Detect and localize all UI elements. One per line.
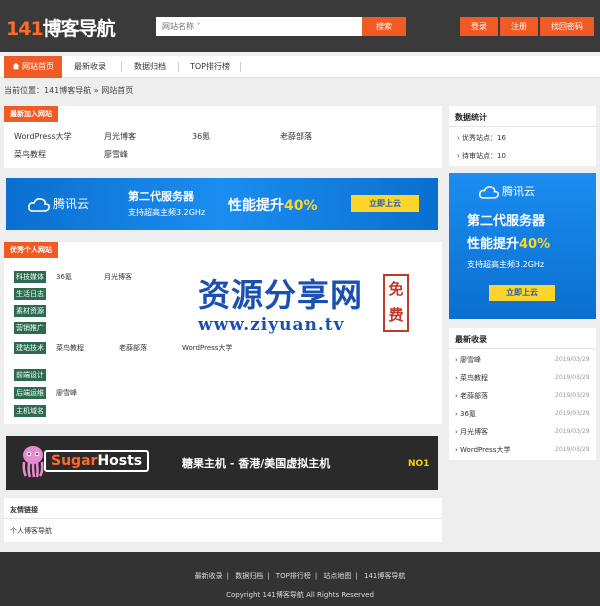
site-link[interactable]: 廖雪峰 <box>104 149 128 160</box>
site-link[interactable]: 老薛部落 <box>280 131 312 142</box>
stats-item: › 优秀站点：16 <box>457 134 506 142</box>
category-tag[interactable]: 素材资源 <box>14 305 46 317</box>
cloud-icon <box>479 185 499 199</box>
sugarhosts-logo: SugarHosts <box>44 450 150 472</box>
tencent-cloud-banner-side[interactable]: 腾讯云 第二代服务器 性能提升40% 支持超高主频3.2GHz 立即上云 <box>449 173 596 319</box>
stats-panel: 数据统计 › 优秀站点：16 › 待审站点：10 <box>449 106 596 166</box>
footer: 最新收录 | 数据归档 | TOP排行榜 | 站点地图 | 141博客导航 Copyri… <box>0 552 600 606</box>
banner-line3: 支持超高主频3.2GHz <box>467 260 545 269</box>
recent-date: 2019/03/29 <box>555 410 590 417</box>
recent-panel: 最新收录 › 廖雪峰 2019/03/29 › 菜鸟教程 2019/03/29 … <box>449 328 596 460</box>
divider <box>449 348 596 349</box>
site-logo[interactable]: 141博客导航 <box>6 14 116 41</box>
recent-date: 2019/03/29 <box>555 392 590 399</box>
site-link[interactable]: WordPress大学 <box>182 343 232 353</box>
header-bar: 141博客导航 搜索 登录 注册 找回密码 <box>0 0 600 52</box>
banner-subline: 支持超高主频3.2GHz <box>128 208 206 217</box>
recent-date: 2019/03/29 <box>555 374 590 381</box>
site-link[interactable]: 月光博客 <box>104 272 132 282</box>
site-link[interactable]: WordPress大学 <box>14 131 72 142</box>
footer-link[interactable]: 数据归档 <box>235 572 263 580</box>
footer-link[interactable]: 141博客导航 <box>364 572 405 580</box>
site-link[interactable]: 菜鸟教程 <box>56 343 84 353</box>
stats-item: › 待审站点：10 <box>457 152 506 160</box>
octopus-mascot-icon <box>22 446 44 478</box>
recent-item[interactable]: › 月光博客 <box>455 427 488 437</box>
copyright: Copyright 141博客导航 All Rights Reserved <box>226 591 374 599</box>
stats-title: 数据统计 <box>455 113 487 122</box>
sugarhosts-badge: NO1 <box>408 459 430 469</box>
register-button[interactable]: 注册 <box>500 17 538 36</box>
nav-archive[interactable]: 数据归档 <box>134 56 166 78</box>
friend-links-panel: 友情链接 个人博客导航 <box>4 498 442 542</box>
cloud-icon <box>28 197 50 212</box>
divider <box>449 126 596 127</box>
site-link[interactable]: 老薛部落 <box>119 343 147 353</box>
watermark-title: 资源分享网 <box>198 276 364 314</box>
category-tag[interactable]: 主机域名 <box>14 405 46 417</box>
breadcrumb: 当前位置：141博客导航 » 网站首页 <box>4 86 134 95</box>
banner-headline: 第二代服务器 <box>128 190 194 203</box>
nav-divider <box>178 62 179 72</box>
personal-sites-title: 优秀个人网站 <box>4 242 58 258</box>
search-input[interactable] <box>156 17 362 36</box>
category-tag[interactable]: 前端设计 <box>14 369 46 381</box>
recent-item[interactable]: › WordPress大学 <box>455 445 510 455</box>
sugarhosts-slogan: 糖果主机 - 香港/美国虚拟主机 <box>182 457 331 470</box>
nav-divider <box>121 62 122 72</box>
nav-divider <box>240 62 241 72</box>
tencent-cloud-brand: 腾讯云 <box>28 195 89 212</box>
banner-cta-button[interactable]: 立即上云 <box>351 195 419 212</box>
account-buttons: 登录 注册 找回密码 <box>460 17 594 36</box>
category-tag[interactable]: 科技媒体 <box>14 271 46 283</box>
tencent-cloud-brand: 腾讯云 <box>479 183 535 199</box>
banner-cta-button[interactable]: 立即上云 <box>489 285 555 301</box>
recent-date: 2019/03/29 <box>555 356 590 363</box>
footer-link[interactable]: TOP排行榜 <box>276 572 311 580</box>
recent-title: 最新收录 <box>455 335 487 344</box>
recent-date: 2019/03/29 <box>555 446 590 453</box>
nav-latest[interactable]: 最新收录 <box>74 56 106 78</box>
banner-perf: 性能提升40% <box>228 198 318 214</box>
recent-item[interactable]: › 菜鸟教程 <box>455 373 488 383</box>
main-nav: 网站首页 最新收录 数据归档 TOP排行榜 <box>0 56 600 78</box>
watermark-url: www.ziyuan.tv <box>198 315 345 335</box>
divider <box>4 518 442 519</box>
search-box: 搜索 <box>156 17 406 36</box>
friend-links-title: 友情链接 <box>10 506 38 514</box>
footer-link[interactable]: 站点地图 <box>323 572 351 580</box>
category-tag[interactable]: 生活日志 <box>14 288 46 300</box>
search-button[interactable]: 搜索 <box>362 17 406 36</box>
category-tag[interactable]: 后端运维 <box>14 387 46 399</box>
nav-home[interactable]: 网站首页 <box>4 56 62 78</box>
recent-item[interactable]: › 廖雪峰 <box>455 355 481 365</box>
category-tag[interactable]: 营销推广 <box>14 322 46 334</box>
footer-links: 最新收录 | 数据归档 | TOP排行榜 | 站点地图 | 141博客导航 <box>194 572 406 580</box>
forgot-password-button[interactable]: 找回密码 <box>540 17 594 36</box>
site-link[interactable]: 廖雪峰 <box>56 388 77 398</box>
sugarhosts-banner[interactable]: SugarHosts 糖果主机 - 香港/美国虚拟主机 NO1 <box>6 436 438 490</box>
banner-line1: 第二代服务器 <box>467 214 546 229</box>
nav-home-label: 网站首页 <box>22 62 54 71</box>
site-link[interactable]: 菜鸟教程 <box>14 149 46 160</box>
category-tag[interactable]: 建站技术 <box>14 342 46 354</box>
recent-item[interactable]: › 36氪 <box>455 409 476 419</box>
site-link[interactable]: 月光博客 <box>104 131 136 142</box>
login-button[interactable]: 登录 <box>460 17 498 36</box>
latest-sites-panel: 最新加入网站 WordPress大学 月光博客 36氪 老薛部落 菜鸟教程 廖雪… <box>4 106 442 168</box>
home-icon <box>12 62 20 70</box>
friend-link[interactable]: 个人博客导航 <box>10 526 52 536</box>
site-link[interactable]: 36氪 <box>192 131 210 142</box>
recent-date: 2019/03/29 <box>555 428 590 435</box>
tencent-cloud-banner-wide[interactable]: 腾讯云 第二代服务器 支持超高主频3.2GHz 性能提升40% 立即上云 <box>6 178 438 230</box>
recent-item[interactable]: › 老薛部落 <box>455 391 488 401</box>
latest-sites-title: 最新加入网站 <box>4 106 58 122</box>
nav-top[interactable]: TOP排行榜 <box>190 56 230 78</box>
watermark-seal: 免费 <box>383 274 409 332</box>
banner-line2: 性能提升40% <box>467 237 551 252</box>
site-link[interactable]: 36氪 <box>56 272 72 282</box>
footer-link[interactable]: 最新收录 <box>195 572 223 580</box>
